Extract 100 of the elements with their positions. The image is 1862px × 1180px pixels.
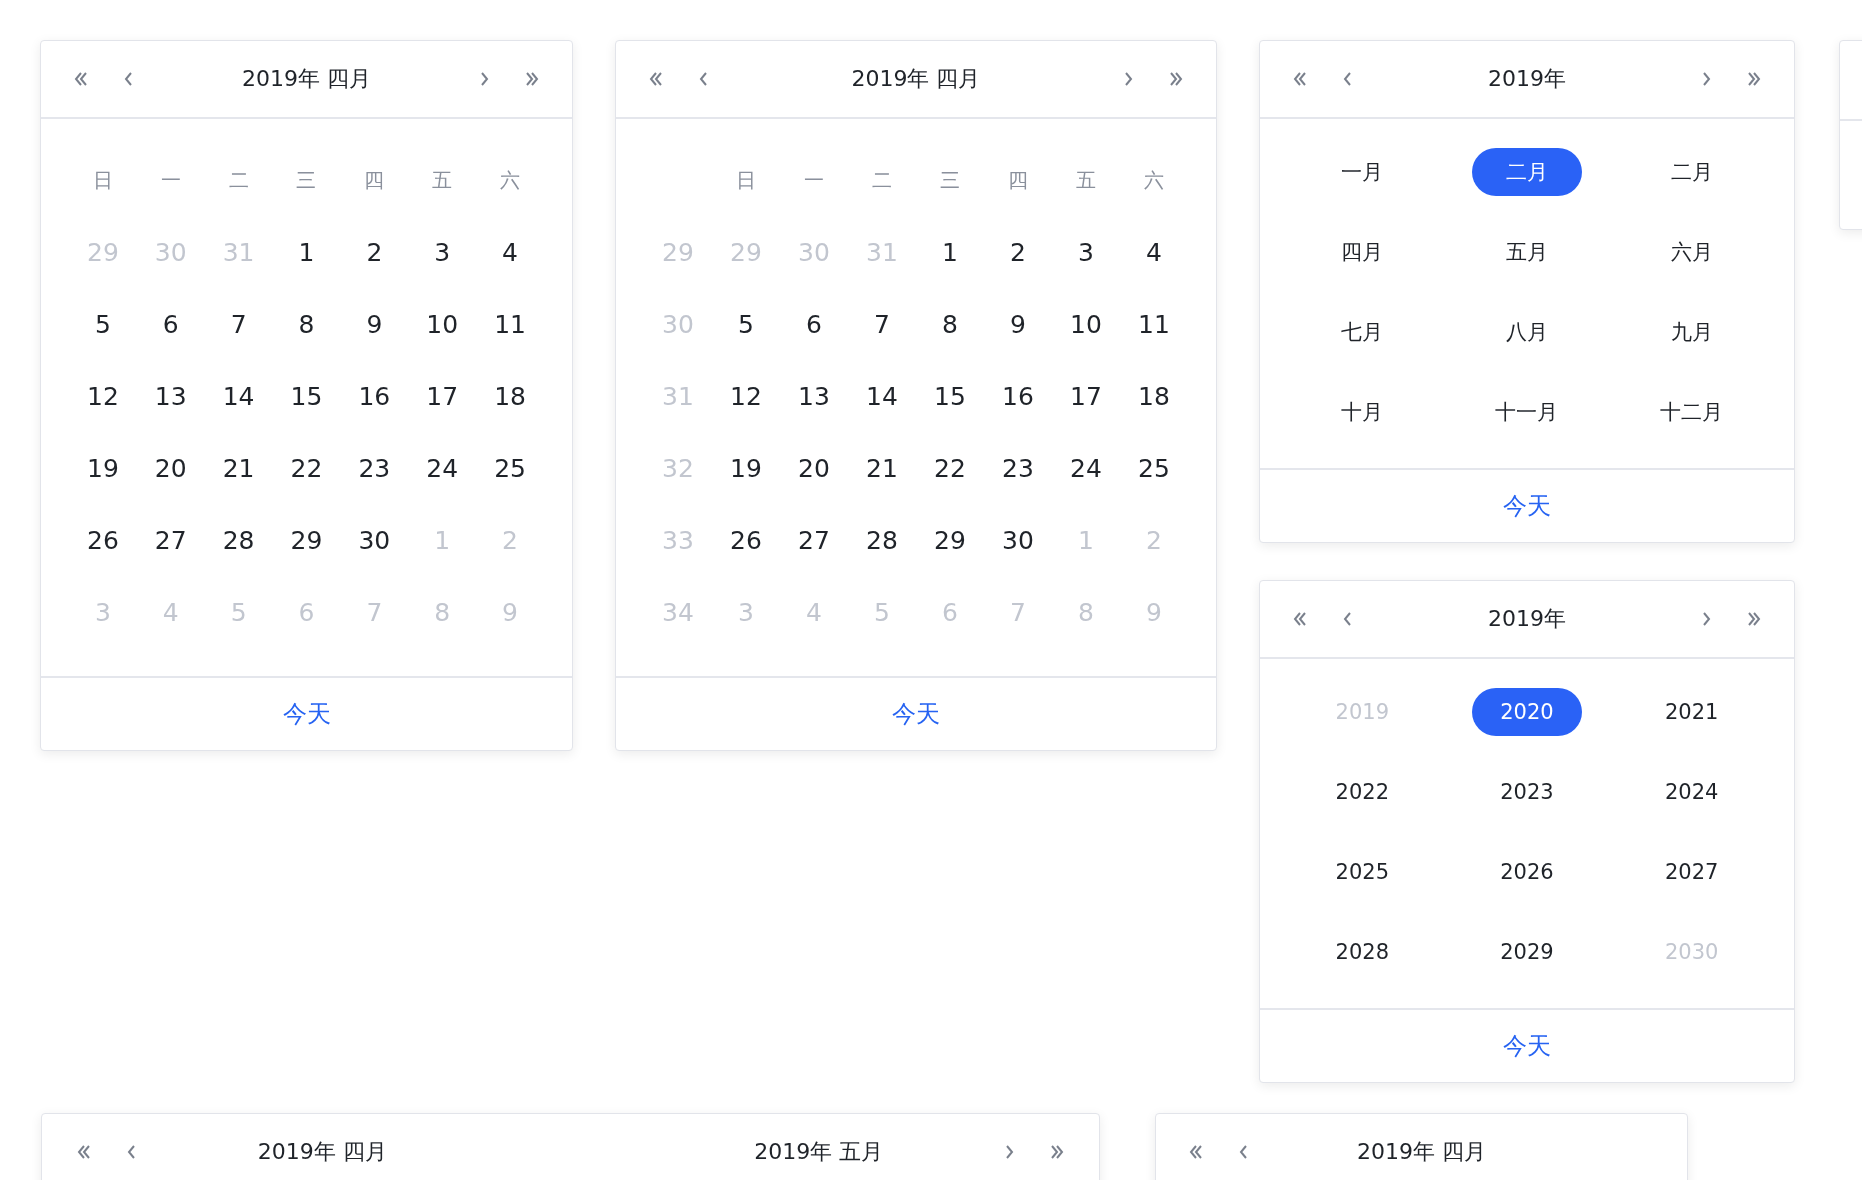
date-cell[interactable]: 21	[866, 453, 898, 483]
year-cell[interactable]: 2021	[1636, 688, 1747, 736]
date-cell[interactable]: 7	[874, 309, 890, 339]
date-cell[interactable]: 9	[366, 309, 383, 339]
month-cell[interactable]: 二月	[1636, 148, 1747, 196]
date-cell[interactable]: 7	[230, 309, 247, 339]
weekday-label: 三	[940, 166, 960, 194]
year-cell[interactable]: 2027	[1636, 848, 1747, 896]
year-cell[interactable]: 2023	[1472, 768, 1582, 816]
date-cell[interactable]: 30	[358, 525, 391, 555]
date-cell[interactable]: 14	[866, 381, 898, 411]
month-cell[interactable]: 四月	[1307, 228, 1418, 276]
date-cell[interactable]: 6	[806, 309, 822, 339]
date-cell[interactable]: 12	[730, 381, 762, 411]
year-cell[interactable]: 2029	[1472, 928, 1582, 976]
date-cell[interactable]: 1	[942, 237, 958, 267]
week-number: 31	[662, 381, 694, 411]
date-cell[interactable]: 13	[798, 381, 830, 411]
date-cell[interactable]: 5	[738, 309, 754, 339]
calendar-title[interactable]: 2019年 五月	[638, 1137, 999, 1167]
date-cell[interactable]: 23	[358, 453, 391, 483]
date-cell[interactable]: 11	[1138, 309, 1170, 339]
year-cell[interactable]: 2020	[1472, 688, 1582, 736]
date-cell[interactable]: 20	[798, 453, 830, 483]
date-cell[interactable]: 25	[494, 453, 526, 483]
calendar-title[interactable]: 2019年	[1358, 604, 1696, 634]
calendar-title[interactable]: 2019年	[1358, 64, 1696, 94]
date-cell[interactable]: 24	[1070, 453, 1102, 483]
month-cell[interactable]: 十月	[1307, 388, 1418, 436]
year-cell[interactable]: 2026	[1472, 848, 1582, 896]
date-cell[interactable]: 26	[87, 525, 119, 555]
calendar-title[interactable]: 2019年 四月	[714, 64, 1118, 94]
month-cell[interactable]: 五月	[1472, 228, 1582, 276]
date-cell[interactable]: 18	[1138, 381, 1170, 411]
date-cell[interactable]: 6	[162, 309, 179, 339]
date-cell[interactable]: 27	[154, 525, 187, 555]
date-cell[interactable]: 9	[1010, 309, 1026, 339]
date-cell[interactable]: 3	[1078, 237, 1094, 267]
date-cell[interactable]: 2	[366, 237, 383, 267]
date-cell[interactable]: 10	[1070, 309, 1102, 339]
date-cell[interactable]: 4	[502, 237, 518, 267]
date-cell[interactable]: 18	[494, 381, 526, 411]
date-cell[interactable]: 28	[866, 525, 898, 555]
month-cell[interactable]: 十一月	[1472, 388, 1582, 436]
year-cell[interactable]: 2028	[1307, 928, 1418, 976]
date-cell[interactable]: 24	[426, 453, 459, 483]
date-cell[interactable]: 21	[222, 453, 255, 483]
date-cell[interactable]: 14	[222, 381, 255, 411]
date-cell[interactable]: 23	[1002, 453, 1034, 483]
date-cell[interactable]: 26	[730, 525, 762, 555]
weekday-label: 四	[364, 166, 385, 194]
today-link[interactable]: 今天	[892, 698, 940, 730]
weekday-label: 二	[228, 166, 249, 194]
year-cell[interactable]: 2025	[1307, 848, 1418, 896]
date-cell[interactable]: 16	[1002, 381, 1034, 411]
date-cell[interactable]: 17	[1070, 381, 1102, 411]
today-link[interactable]: 今天	[1503, 1030, 1551, 1062]
date-cell[interactable]: 19	[87, 453, 119, 483]
date-cell[interactable]: 27	[798, 525, 830, 555]
date-cell[interactable]: 22	[290, 453, 323, 483]
date-cell[interactable]: 29	[934, 525, 966, 555]
date-cell[interactable]: 8	[942, 309, 958, 339]
date-cell[interactable]: 15	[290, 381, 323, 411]
calendar-title[interactable]: 2019年 四月	[142, 1137, 503, 1167]
date-cell[interactable]: 4	[1146, 237, 1162, 267]
month-cell[interactable]: 七月	[1307, 308, 1418, 356]
date-cell[interactable]: 19	[730, 453, 762, 483]
year-cell[interactable]: 2022	[1307, 768, 1418, 816]
week-number: 29	[662, 237, 694, 267]
date-cell[interactable]: 25	[1138, 453, 1170, 483]
date-cell[interactable]: 10	[426, 309, 459, 339]
weekday-label: 四	[1008, 166, 1028, 194]
date-cell[interactable]: 1	[298, 237, 315, 267]
year-cell[interactable]: 2024	[1636, 768, 1747, 816]
date-cell[interactable]: 20	[154, 453, 187, 483]
month-cell[interactable]: 六月	[1636, 228, 1747, 276]
date-cell[interactable]: 13	[154, 381, 187, 411]
date-cell[interactable]: 16	[358, 381, 391, 411]
date-cell[interactable]: 11	[494, 309, 526, 339]
date-cell[interactable]: 29	[290, 525, 323, 555]
date-cell[interactable]: 8	[298, 309, 315, 339]
today-link[interactable]: 今天	[1503, 490, 1551, 522]
today-link[interactable]: 今天	[282, 698, 331, 730]
month-cell[interactable]: 九月	[1636, 308, 1747, 356]
calendar-title[interactable]: 2019年 四月	[139, 64, 474, 94]
date-cell[interactable]: 22	[934, 453, 966, 483]
week-number: 32	[662, 453, 694, 483]
month-cell[interactable]: 二月	[1472, 148, 1582, 196]
date-cell[interactable]: 5	[94, 309, 111, 339]
date-cell[interactable]: 17	[426, 381, 459, 411]
month-cell[interactable]: 八月	[1472, 308, 1582, 356]
date-cell[interactable]: 3	[434, 237, 451, 267]
date-cell[interactable]: 2	[1010, 237, 1026, 267]
date-cell[interactable]: 12	[87, 381, 119, 411]
date-cell[interactable]: 30	[1002, 525, 1034, 555]
date-cell[interactable]: 28	[222, 525, 255, 555]
date-cell[interactable]: 15	[934, 381, 966, 411]
month-cell[interactable]: 一月	[1307, 148, 1418, 196]
month-cell[interactable]: 十二月	[1636, 388, 1747, 436]
calendar-title[interactable]: 2019年 四月	[1254, 1137, 1589, 1167]
